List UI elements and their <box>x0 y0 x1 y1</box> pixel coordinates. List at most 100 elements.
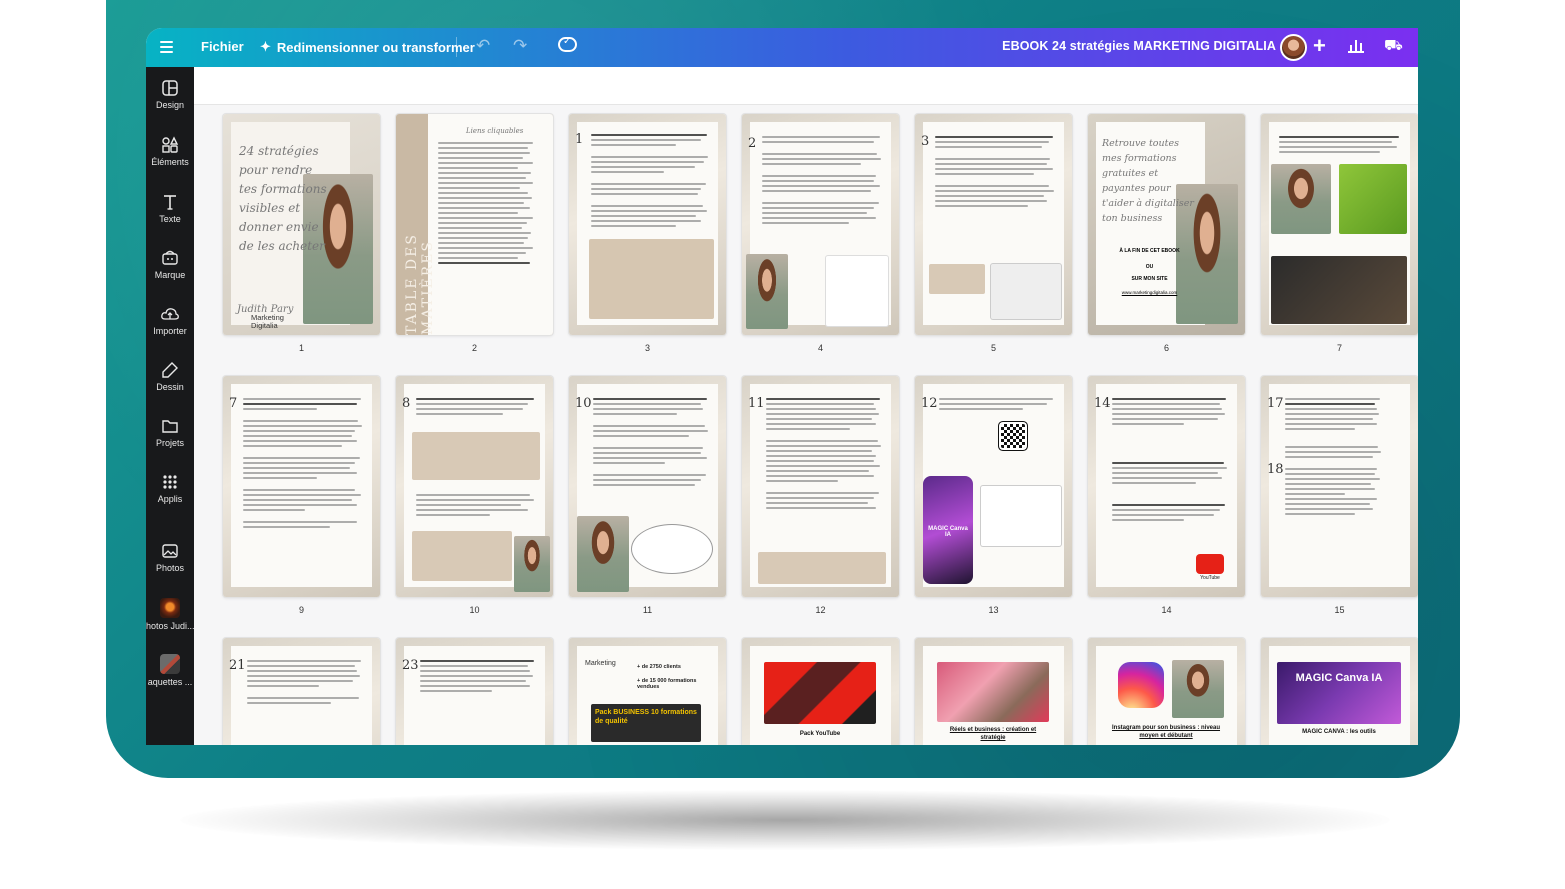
sidebar-item-mockups[interactable]: aquettes ... <box>146 654 194 687</box>
page-text-block <box>591 134 713 230</box>
page-thumbnail[interactable]: 2 <box>742 114 899 335</box>
cover-title: Retrouve toutes mes formations gratuites… <box>1102 138 1194 224</box>
highlight-box <box>758 552 886 584</box>
promo-image <box>1339 164 1407 234</box>
cover-title: 24 stratégies pour rendre tes formations… <box>239 144 327 253</box>
page-number: 15 <box>1334 605 1345 615</box>
page-thumbnail[interactable]: 14 YouTube <box>1088 376 1245 597</box>
qr-code[interactable] <box>1001 424 1025 448</box>
sidebar-item-photos[interactable]: Photos <box>146 542 194 573</box>
sidebar-item-label: Importer <box>153 326 187 336</box>
document-title[interactable]: EBOOK 24 stratégies MARKETING DIGITALIA <box>1002 39 1276 53</box>
resize-label: Redimensionner ou transformer <box>276 39 475 55</box>
section-number: 12 <box>921 396 938 411</box>
app-thumbnail <box>160 598 180 618</box>
brand-logo-text: Marketing <box>585 660 616 667</box>
author-photo <box>577 516 629 592</box>
cloud-saved-icon[interactable] <box>558 36 577 52</box>
sidebar-item-upload[interactable]: Importer <box>146 305 194 336</box>
add-collaborator-icon[interactable]: + <box>1313 33 1326 59</box>
sidebar-item-draw[interactable]: Dessin <box>146 361 194 392</box>
page-number: 9 <box>298 605 304 615</box>
page-thumbnail[interactable] <box>1261 114 1418 335</box>
ebook-line: À LA FIN DE CET EBOOK <box>1119 248 1180 254</box>
sidebar-item-brand[interactable]: Marque <box>146 249 194 280</box>
page-thumbnail[interactable]: TABLE DES MATIÈRES Liens cliquables <box>396 114 553 335</box>
page-thumbnail[interactable]: Retrouve toutes mes formations gratuites… <box>1088 114 1245 335</box>
sidebar-item-text[interactable]: Texte <box>146 193 194 224</box>
pen-icon <box>162 362 178 378</box>
section-number: 18 <box>1267 462 1284 477</box>
section-number: 2 <box>748 136 757 151</box>
sidebar-item-design[interactable]: Design <box>146 79 194 110</box>
page-text-block <box>762 136 886 227</box>
author-photo <box>514 536 550 592</box>
banner-brand-text: MAGIC Canva IA <box>1295 672 1383 684</box>
photo-icon <box>162 544 178 558</box>
page-thumbnail[interactable]: Pack YouTube <box>742 638 899 745</box>
section-number: 21 <box>229 658 246 673</box>
resize-button[interactable]: ✦ Redimensionner ou transformer <box>260 39 475 55</box>
page-thumbnail[interactable]: Marketing + de 2750 clients + de 15 000 … <box>569 638 726 745</box>
page-thumbnail[interactable]: 23 <box>396 638 553 745</box>
pages-grid-view: 24 stratégies pour rendre tes formations… <box>194 67 1418 745</box>
page-thumbnail[interactable]: Réels et business : création et stratégi… <box>915 638 1072 745</box>
page-thumbnail[interactable]: 1 <box>569 114 726 335</box>
product-caption: Pack YouTube <box>799 731 841 737</box>
menu-icon[interactable] <box>160 41 173 56</box>
page-thumbnail[interactable]: 7 <box>223 376 380 597</box>
apps-grid-icon <box>163 475 177 489</box>
page-number: 6 <box>1163 343 1169 353</box>
sidebar-item-photos-judith[interactable]: hotos Judi... <box>146 598 194 631</box>
redo-icon[interactable]: ↷ <box>513 36 527 56</box>
page-thumbnail[interactable]: 21 <box>223 638 380 745</box>
instagram-logo-icon <box>1118 662 1164 708</box>
sidebar-item-apps[interactable]: Applis <box>146 473 194 504</box>
sidebar-item-projects[interactable]: Projets <box>146 417 194 448</box>
user-avatar[interactable] <box>1280 34 1307 61</box>
page-thumbnail[interactable]: 10 <box>569 376 726 597</box>
insights-chart-icon[interactable] <box>1348 39 1364 53</box>
canvas-header <box>194 67 1418 105</box>
sidebar-item-label: Texte <box>159 214 181 224</box>
page-thumbnail[interactable]: 17 18 <box>1261 376 1418 597</box>
page-text-block <box>766 398 886 512</box>
shapes-icon <box>162 136 179 153</box>
page-thumbnail[interactable]: Instagram pour son business : niveau moy… <box>1088 638 1245 745</box>
sidebar-item-label: Marque <box>154 270 186 280</box>
highlight-box <box>929 264 985 294</box>
device-shadow <box>180 790 1390 850</box>
section-number: 8 <box>402 396 411 411</box>
sidebar-item-label: Dessin <box>156 382 184 392</box>
section-number: 11 <box>748 396 765 411</box>
screenshot-mockup <box>981 486 1061 546</box>
sidebar-item-label: Design <box>155 100 184 110</box>
page-thumbnail[interactable]: 8 <box>396 376 553 597</box>
page-thumbnail[interactable]: MAGIC Canva IA MAGIC CANVA : les outils <box>1261 638 1418 745</box>
youtube-logo-icon <box>1196 554 1224 574</box>
product-caption: Instagram pour son business : niveau moy… <box>1111 725 1221 739</box>
sidebar-item-elements[interactable]: Éléments <box>146 136 194 167</box>
brand-logo-text: Marketing Digitalia <box>251 313 284 330</box>
text-icon <box>164 195 176 210</box>
section-number: 7 <box>229 396 238 411</box>
page-text-block <box>593 398 713 489</box>
file-menu-button[interactable]: Fichier <box>201 39 244 54</box>
page-text-block <box>939 398 1059 413</box>
page-thumbnail[interactable]: 3 <box>915 114 1072 335</box>
section-number: 14 <box>1094 396 1111 411</box>
print-delivery-icon[interactable]: ⛟ <box>1384 37 1403 56</box>
page-number: 3 <box>644 343 650 353</box>
product-caption: Réels et business : création et stratégi… <box>949 727 1037 741</box>
highlight-box <box>589 239 714 319</box>
website-link[interactable]: www.marketingdigitalia.com <box>1102 290 1197 295</box>
undo-icon[interactable]: ↶ <box>476 36 490 56</box>
brand-icon <box>162 250 178 265</box>
page-thumbnail[interactable]: 11 <box>742 376 899 597</box>
page-number: 13 <box>988 605 999 615</box>
page-thumbnail[interactable]: 12 MAGIC Canva IA <box>915 376 1072 597</box>
or-line: OU <box>1145 264 1154 270</box>
sidebar-item-label: hotos Judi... <box>146 621 194 631</box>
page-thumbnail[interactable]: 24 stratégies pour rendre tes formations… <box>223 114 380 335</box>
page-number: 14 <box>1161 605 1172 615</box>
